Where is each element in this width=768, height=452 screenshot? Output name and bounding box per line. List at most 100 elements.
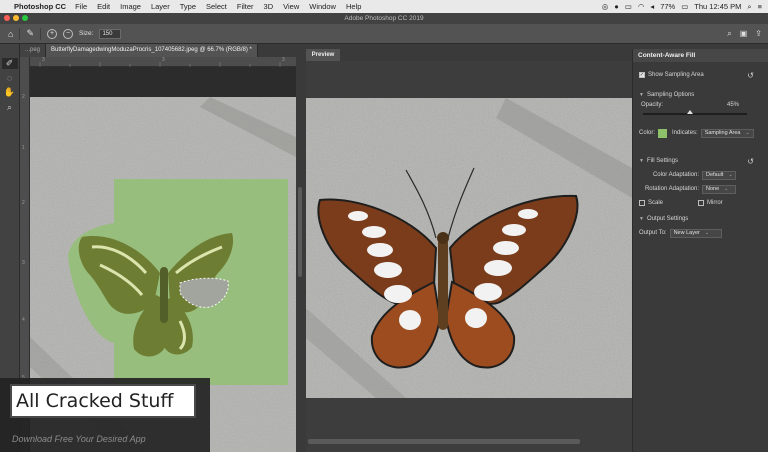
menu-list-icon[interactable]: ≡ bbox=[758, 2, 762, 11]
horizontal-ruler: 3 3 3 bbox=[30, 57, 296, 67]
options-separator bbox=[19, 27, 21, 40]
window-title-bar: Adobe Photoshop CC 2019 bbox=[0, 13, 768, 24]
airplay-icon[interactable]: ▭ bbox=[625, 2, 632, 11]
output-to-row: Output To: New Layer ⌄ bbox=[633, 226, 768, 240]
reset-icon[interactable]: ↺ bbox=[747, 157, 754, 166]
color-adaptation-dropdown[interactable]: Default ⌄ bbox=[702, 170, 736, 180]
opacity-row: Opacity: 45% bbox=[633, 102, 768, 120]
menu-layer[interactable]: Layer bbox=[151, 2, 170, 11]
search-icon[interactable]: ⌕ bbox=[747, 2, 751, 12]
options-bar: ⌂ ✎ + − Size: 150 ⌕ ▣ ⇪ bbox=[0, 24, 768, 44]
output-to-dropdown[interactable]: New Layer ⌄ bbox=[669, 228, 722, 238]
document-vertical-scrollbar[interactable] bbox=[296, 57, 304, 452]
chevron-down-icon: ⌄ bbox=[704, 229, 710, 236]
scrollbar-thumb[interactable] bbox=[298, 187, 302, 277]
watermark-subtitle: Download Free Your Desired App bbox=[12, 434, 146, 444]
battery-percent: 77% bbox=[660, 2, 676, 11]
workspace-icon[interactable]: ▣ bbox=[740, 29, 748, 39]
healing-brush-tool-icon[interactable]: ✎ bbox=[26, 28, 34, 39]
menu-view[interactable]: View bbox=[283, 2, 299, 11]
lasso-brush-tool-icon[interactable]: ✐ bbox=[1, 58, 18, 69]
menu-window[interactable]: Window bbox=[309, 2, 336, 11]
indicates-value: Sampling Area bbox=[704, 129, 741, 136]
ruler-tick-label: 4 bbox=[22, 317, 25, 323]
creative-cloud-icon[interactable]: ◎ bbox=[602, 2, 609, 11]
menu-edit[interactable]: Edit bbox=[97, 2, 110, 11]
menu-3d[interactable]: 3D bbox=[264, 2, 274, 11]
scale-label: Scale bbox=[648, 200, 664, 206]
preview-tab[interactable]: Preview bbox=[306, 49, 340, 61]
watermark-title: All Cracked Stuff bbox=[10, 384, 196, 418]
share-icon[interactable]: ⇪ bbox=[755, 29, 762, 39]
document-tab-active[interactable]: ButterflyDamagedwingModuzaProcris_107405… bbox=[46, 44, 258, 57]
output-settings-header[interactable]: ▼ Output Settings bbox=[633, 212, 768, 226]
rotation-adaptation-value: None bbox=[706, 185, 720, 192]
minimize-window-button[interactable] bbox=[13, 15, 19, 21]
document-tabs: ...peg ButterflyDamagedwingModuzaProcris… bbox=[20, 44, 306, 57]
opacity-value[interactable]: 45% bbox=[727, 102, 739, 108]
size-input[interactable]: 150 bbox=[99, 28, 122, 39]
menu-select[interactable]: Select bbox=[206, 2, 227, 11]
reset-icon[interactable]: ↺ bbox=[747, 71, 754, 80]
scale-checkbox[interactable] bbox=[639, 200, 645, 206]
hand-tool-icon[interactable]: ✋ bbox=[4, 87, 15, 98]
output-settings-label: Output Settings bbox=[646, 216, 689, 222]
app-menu[interactable]: Photoshop CC bbox=[14, 2, 66, 11]
show-sampling-area-label: Show Sampling Area bbox=[648, 72, 704, 78]
wifi-icon[interactable]: ◠ bbox=[638, 2, 645, 11]
chevron-down-icon: ⌄ bbox=[724, 185, 729, 192]
search-icon[interactable]: ⌕ bbox=[727, 29, 731, 39]
close-window-button[interactable] bbox=[4, 15, 10, 21]
battery-icon[interactable]: ▭ bbox=[681, 2, 688, 11]
sampling-color-swatch[interactable] bbox=[658, 128, 668, 138]
preview-horizontal-scrollbar[interactable] bbox=[308, 439, 580, 444]
menu-help[interactable]: Help bbox=[346, 2, 361, 11]
preview-panel[interactable] bbox=[306, 61, 632, 452]
zoom-tool-icon[interactable]: ⌕ bbox=[7, 102, 12, 113]
chevron-down-icon: ⌄ bbox=[745, 129, 750, 136]
zoom-window-button[interactable] bbox=[22, 15, 28, 21]
rotation-adaptation-row: Rotation Adaptation: None ⌄ bbox=[633, 182, 768, 196]
chevron-down-icon: ▼ bbox=[639, 216, 644, 222]
fill-settings-label: Fill Settings bbox=[646, 158, 678, 164]
size-label: Size: bbox=[78, 30, 94, 37]
sampling-options-header[interactable]: ▼ Sampling Options bbox=[633, 88, 768, 102]
mirror-checkbox[interactable] bbox=[698, 200, 704, 206]
watermark-overlay: All Cracked Stuff Download Free Your Des… bbox=[0, 378, 210, 452]
menu-file[interactable]: File bbox=[75, 2, 87, 11]
options-separator bbox=[39, 27, 41, 40]
add-sampling-mode-icon[interactable]: + bbox=[46, 28, 57, 39]
rotation-adaptation-label: Rotation Adaptation: bbox=[644, 186, 699, 192]
menu-image[interactable]: Image bbox=[120, 2, 141, 11]
show-sampling-area-checkbox[interactable]: ✓ bbox=[639, 72, 645, 78]
rotation-adaptation-dropdown[interactable]: None ⌄ bbox=[702, 184, 736, 194]
subtract-sampling-mode-icon[interactable]: − bbox=[62, 28, 73, 39]
show-sampling-area-row: ✓ Show Sampling Area ↺ bbox=[633, 68, 768, 82]
fill-settings-header[interactable]: ▼ Fill Settings ↺ bbox=[633, 154, 768, 168]
window-title: Adobe Photoshop CC 2019 bbox=[344, 15, 424, 22]
sampling-options-label: Sampling Options bbox=[646, 92, 695, 98]
ruler-tick-label: 2 bbox=[22, 94, 25, 100]
ruler-tick-label: 3 bbox=[162, 57, 165, 63]
ruler-tick-label: 1 bbox=[22, 145, 25, 151]
chevron-down-icon: ▼ bbox=[639, 92, 644, 98]
color-row: Color: Indicates: Sampling Area ⌄ bbox=[633, 126, 768, 140]
menu-bar: Photoshop CC File Edit Image Layer Type … bbox=[0, 0, 768, 13]
indicates-dropdown[interactable]: Sampling Area ⌄ bbox=[700, 128, 754, 138]
opacity-slider[interactable] bbox=[643, 110, 747, 115]
lasso-tool-icon[interactable]: ◌ bbox=[7, 73, 12, 83]
volume-icon[interactable]: ◂ bbox=[650, 2, 654, 11]
clock[interactable]: Thu 12:45 PM bbox=[694, 2, 741, 11]
document-tab[interactable]: ...peg bbox=[20, 44, 47, 57]
color-adaptation-value: Default bbox=[706, 171, 724, 178]
content-aware-fill-panel: Content-Aware Fill ✓ Show Sampling Area … bbox=[632, 49, 768, 452]
ruler-tick-label: 2 bbox=[22, 200, 25, 206]
home-icon[interactable]: ⌂ bbox=[8, 29, 13, 39]
record-icon[interactable]: ● bbox=[614, 2, 619, 11]
menu-filter[interactable]: Filter bbox=[237, 2, 254, 11]
ruler-tick-label: 3 bbox=[42, 57, 45, 63]
panel-title: Content-Aware Fill bbox=[633, 49, 768, 62]
butterfly-preview-image[interactable] bbox=[306, 98, 632, 398]
menu-type[interactable]: Type bbox=[180, 2, 196, 11]
opacity-slider-handle[interactable] bbox=[686, 110, 693, 114]
